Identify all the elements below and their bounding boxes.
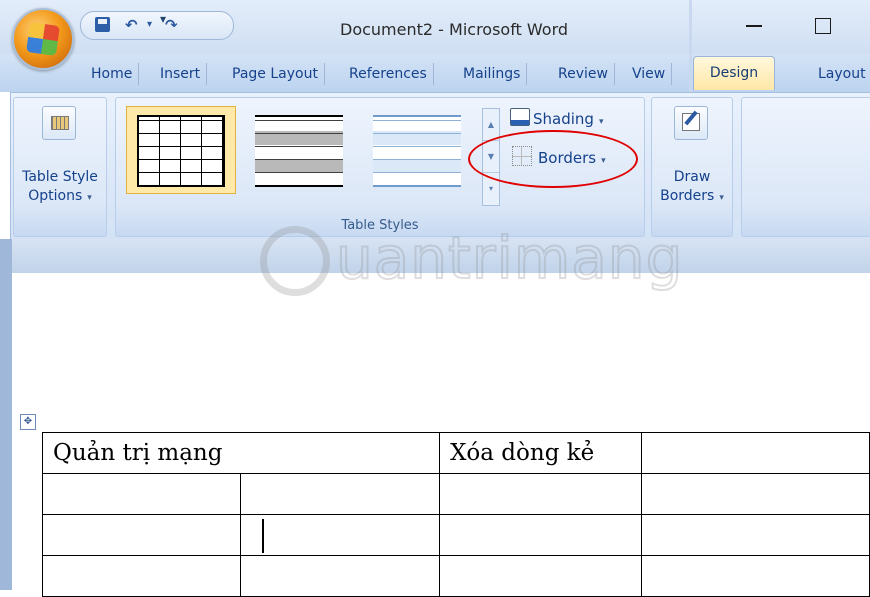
table-cell[interactable]: [239, 555, 441, 597]
office-logo-icon: [26, 22, 60, 56]
draw-borders-label-2: Borders ▾: [660, 188, 724, 204]
table-move-handle-icon[interactable]: ✥: [20, 414, 36, 430]
undo-dropdown-icon[interactable]: ▾: [147, 15, 152, 35]
window-title: Document2 - Microsoft Word: [340, 20, 569, 39]
table-cell[interactable]: [640, 514, 870, 556]
shading-label: Shading: [533, 110, 594, 128]
table-style-grid[interactable]: [126, 106, 236, 194]
table-cell[interactable]: [42, 555, 241, 597]
tab-design[interactable]: Design: [693, 56, 775, 90]
table-cell[interactable]: [42, 473, 241, 515]
table-row: [42, 473, 870, 515]
table-cell[interactable]: [439, 514, 642, 556]
table-style-shaded[interactable]: [244, 106, 354, 194]
undo-icon[interactable]: ↶: [125, 15, 138, 35]
text-cursor: [262, 519, 264, 553]
watermark-logo: uantrimang: [260, 218, 690, 308]
tab-insert[interactable]: Insert: [154, 63, 208, 85]
tab-page-layout[interactable]: Page Layout: [226, 63, 325, 85]
customize-quick-access-icon[interactable]: ▾: [160, 12, 166, 26]
table-cell[interactable]: [640, 432, 870, 474]
table-row: [42, 514, 870, 556]
table-cell[interactable]: Quản trị mạng: [41, 432, 441, 474]
table-cell[interactable]: [640, 473, 870, 515]
draw-borders-label-1: Draw: [673, 169, 711, 185]
tab-layout[interactable]: Layout: [812, 63, 870, 85]
chevron-down-icon: ▾: [87, 193, 92, 203]
document-table[interactable]: Quản trị mạng Xóa dòng kẻ: [41, 432, 870, 597]
title-bar: ↶ ▾ ↷ ▾ Document2 - Microsoft Word: [0, 0, 870, 54]
quick-access-toolbar: ↶ ▾ ↷: [80, 11, 234, 40]
chevron-down-icon: ▾: [598, 117, 604, 127]
table-cell[interactable]: [439, 555, 642, 597]
table-cell[interactable]: [42, 514, 241, 556]
shading-button[interactable]: Shading ▾: [510, 108, 603, 130]
table-style-options-label-2: Options ▾: [28, 188, 92, 204]
table-cell[interactable]: [640, 555, 870, 597]
maximize-button[interactable]: [815, 18, 831, 34]
table-row: Quản trị mạng Xóa dòng kẻ: [41, 432, 870, 474]
contextual-tab-divider: [689, 0, 692, 92]
save-icon[interactable]: [95, 15, 115, 35]
table-row: [42, 555, 870, 597]
tab-home[interactable]: Home: [85, 63, 140, 85]
minimize-button[interactable]: [742, 14, 766, 34]
table-cell[interactable]: [239, 514, 441, 556]
tab-mailings[interactable]: Mailings: [457, 63, 528, 85]
draw-table-pen-icon: [674, 106, 708, 140]
table-style-light-blue[interactable]: [362, 106, 472, 194]
table-grid-icon: [42, 106, 76, 140]
tab-review[interactable]: Review: [552, 63, 615, 85]
table-style-options-button[interactable]: Table Style Options ▾: [14, 168, 106, 208]
paint-bucket-icon: [510, 108, 530, 126]
table-cell[interactable]: Xóa dòng kẻ: [439, 432, 642, 474]
tab-view[interactable]: View: [626, 63, 673, 85]
ribbon-overflow-area: [741, 97, 870, 237]
table-style-gallery: [122, 106, 468, 196]
window-left-edge: [0, 239, 12, 590]
chevron-down-icon: ▾: [719, 193, 724, 203]
group-draw-borders[interactable]: Draw Borders ▾: [651, 97, 733, 237]
ribbon-tabs: Home Insert Page Layout References Maili…: [0, 54, 870, 92]
table-cell[interactable]: [439, 473, 642, 515]
group-table-style-options[interactable]: Table Style Options ▾: [13, 97, 107, 237]
lightbulb-icon: [260, 226, 330, 296]
highlight-circle-annotation: [468, 130, 638, 188]
redo-icon[interactable]: ↷: [165, 15, 178, 35]
table-cell[interactable]: [239, 473, 441, 515]
tab-references[interactable]: References: [343, 63, 434, 85]
office-button[interactable]: [12, 8, 74, 70]
table-style-options-label-1: Table Style: [22, 169, 98, 185]
watermark-text: uantrimang: [335, 223, 684, 293]
draw-borders-button[interactable]: Draw Borders ▾: [652, 168, 732, 208]
